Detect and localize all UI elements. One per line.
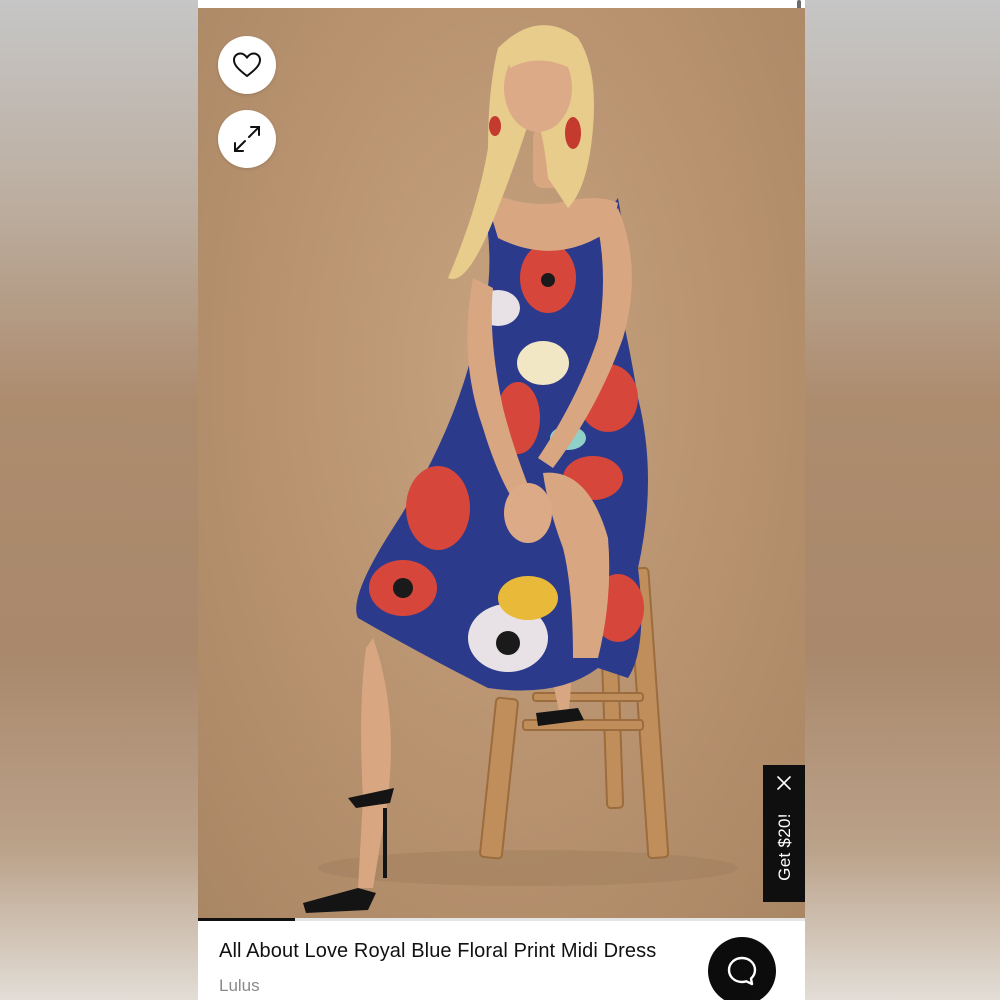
promo-close-button[interactable] xyxy=(774,773,794,793)
promo-tab[interactable]: Get $20! xyxy=(763,765,805,902)
chat-button[interactable] xyxy=(708,937,776,1000)
heart-icon xyxy=(232,52,262,78)
favorite-button[interactable] xyxy=(218,36,276,94)
gallery-progress xyxy=(198,918,805,921)
chat-bubble-icon xyxy=(727,956,757,986)
model-illustration xyxy=(303,25,738,913)
blurred-background-left xyxy=(0,0,198,1000)
expand-button[interactable] xyxy=(218,110,276,168)
gallery-progress-fill xyxy=(198,918,296,921)
blurred-background-right xyxy=(805,0,1000,1000)
promo-label[interactable]: Get $20! xyxy=(775,799,795,895)
close-icon xyxy=(777,776,791,790)
product-title: All About Love Royal Blue Floral Print M… xyxy=(219,940,657,962)
product-brand[interactable]: Lulus xyxy=(219,976,260,996)
expand-icon xyxy=(234,126,260,152)
product-page: Get $20! All About Love Royal Blue Flora… xyxy=(198,0,805,1000)
product-photo[interactable]: Get $20! xyxy=(198,8,805,920)
